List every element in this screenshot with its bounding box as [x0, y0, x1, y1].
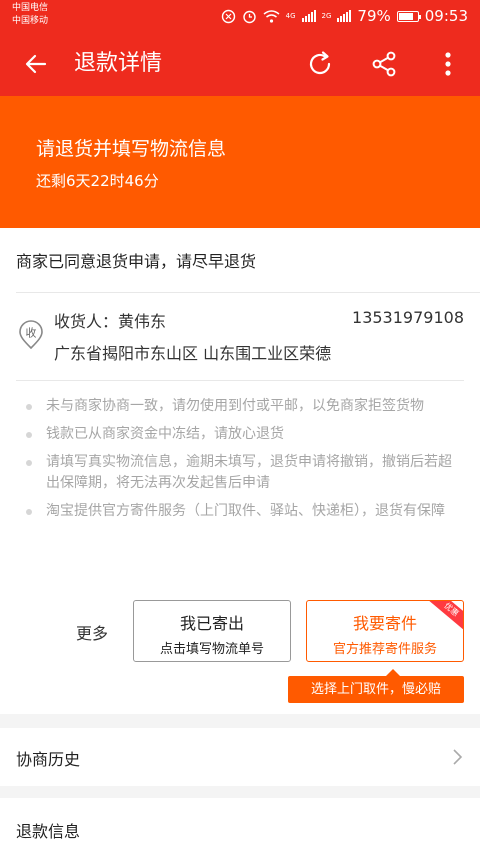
receiver-icon-label: 收 — [26, 326, 37, 340]
battery-icon — [396, 10, 421, 22]
tip-item: 未与商家协商一致，请勿使用到付或平邮，以免商家拒签货物 — [24, 396, 464, 417]
countdown-text: 还剩6天22时46分 — [36, 172, 159, 190]
network-type-2: 2G — [321, 11, 332, 20]
refresh-icon — [309, 51, 331, 75]
tip-item: 钱款已从商家资金中冻结，请放心退货 — [24, 424, 464, 445]
return-tips-list: 未与商家协商一致，请勿使用到付或平邮，以免商家拒签货物 钱款已从商家资金中冻结，… — [24, 396, 464, 529]
pickup-promo-tooltip: 选择上门取件，慢必赔 — [288, 669, 464, 703]
tip-item: 淘宝提供官方寄件服务（上门取件、驿站、快递柜），退货有保障 — [24, 501, 464, 522]
clock: 09:53 — [424, 7, 468, 25]
network-type-1: 4G — [285, 11, 296, 20]
data-saver-icon — [221, 9, 236, 24]
banner-title: 请退货并填写物流信息 — [36, 138, 227, 160]
negotiation-history-label: 协商历史 — [16, 750, 81, 769]
carrier-1: 中国电信 — [12, 3, 49, 13]
divider — [16, 292, 480, 293]
receiver-name: 收货人：黄伟东 — [54, 312, 167, 331]
receiver-address: 广东省揭阳市东山区 山东围工业区荣德 — [54, 344, 332, 363]
page-title: 退款详情 — [74, 51, 163, 76]
refund-info-label: 退款信息 — [16, 822, 81, 841]
status-icons: 4G 2G 79% 09:53 — [221, 0, 468, 32]
status-banner: 请退货并填写物流信息 还剩6天22时46分 — [0, 96, 480, 228]
divider — [16, 380, 464, 381]
carrier-2: 中国移动 — [12, 16, 49, 26]
ship-item-button[interactable]: 优惠 我要寄件 官方推荐寄件服务 — [306, 600, 464, 662]
battery-percent: 79% — [357, 7, 391, 25]
negotiation-history-row[interactable]: 协商历史 — [0, 728, 480, 786]
alarm-icon — [242, 9, 257, 24]
nav-bar: 退款详情 — [0, 32, 480, 96]
ship-item-title: 我要寄件 — [352, 614, 417, 633]
already-shipped-button[interactable]: 我已寄出 点击填写物流单号 — [133, 600, 291, 662]
status-bar: 中国电信 中国移动 4G 2G 79% 09:53 — [0, 0, 480, 32]
chevron-right-icon — [453, 749, 463, 765]
ship-item-subtitle: 官方推荐寄件服务 — [332, 642, 437, 657]
merchant-agreed-notice: 商家已同意退货申请，请尽早退货 — [16, 252, 257, 271]
more-menu-button[interactable] — [432, 48, 464, 80]
return-card: 商家已同意退货申请，请尽早退货 收 收货人：黄伟东 13531979108 广东… — [0, 228, 480, 714]
signal-1-icon — [301, 10, 316, 22]
tip-item: 请填写真实物流信息，逾期未填写，退货申请将撤销，撤销后若超出保障期，将无法再次发… — [24, 452, 464, 494]
back-arrow-icon — [25, 54, 47, 74]
more-actions-link[interactable]: 更多 — [76, 620, 108, 644]
receiver-phone: 13531979108 — [352, 308, 464, 327]
wifi-icon — [263, 9, 280, 23]
already-shipped-title: 我已寄出 — [179, 614, 244, 633]
share-button[interactable] — [368, 48, 400, 80]
more-vertical-icon — [445, 52, 451, 76]
signal-2-icon — [337, 10, 352, 22]
refresh-button[interactable] — [304, 48, 336, 80]
share-icon — [372, 51, 396, 77]
refund-info-section: 退款信息 — [0, 798, 480, 853]
back-button[interactable] — [20, 48, 52, 80]
receiver-location-icon: 收 — [19, 320, 43, 350]
already-shipped-subtitle: 点击填写物流单号 — [159, 642, 264, 657]
